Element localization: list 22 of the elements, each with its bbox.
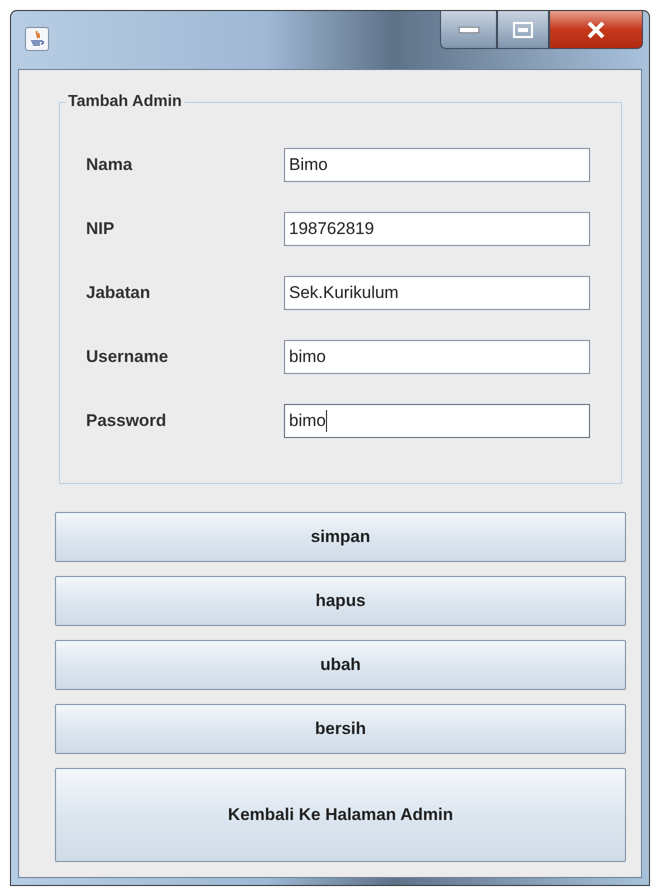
field-label: Jabatan bbox=[86, 282, 152, 304]
close-icon bbox=[586, 20, 606, 38]
action-button[interactable]: Kembali Ke Halaman Admin bbox=[55, 768, 626, 862]
action-button[interactable]: bersih bbox=[55, 704, 626, 754]
field-label: Password bbox=[86, 410, 168, 432]
minimize-button[interactable] bbox=[440, 11, 497, 49]
text-field[interactable]: Sek.Kurikulum bbox=[284, 276, 590, 310]
minimize-icon bbox=[458, 26, 478, 32]
field-label: Username bbox=[86, 346, 170, 368]
text-field[interactable]: bimo bbox=[284, 340, 590, 374]
text-field[interactable]: Bimo bbox=[284, 148, 590, 182]
maximize-icon bbox=[513, 22, 533, 38]
action-button[interactable]: hapus bbox=[55, 576, 626, 626]
text-field[interactable]: 198762819 bbox=[284, 212, 590, 246]
text-field[interactable]: bimo bbox=[284, 404, 590, 438]
maximize-button[interactable] bbox=[497, 11, 549, 49]
action-button[interactable]: simpan bbox=[55, 512, 626, 562]
action-button[interactable]: ubah bbox=[55, 640, 626, 690]
field-label: NIP bbox=[86, 218, 116, 240]
app-icon bbox=[25, 27, 49, 51]
close-button[interactable] bbox=[549, 11, 643, 49]
field-label: Nama bbox=[86, 154, 134, 176]
